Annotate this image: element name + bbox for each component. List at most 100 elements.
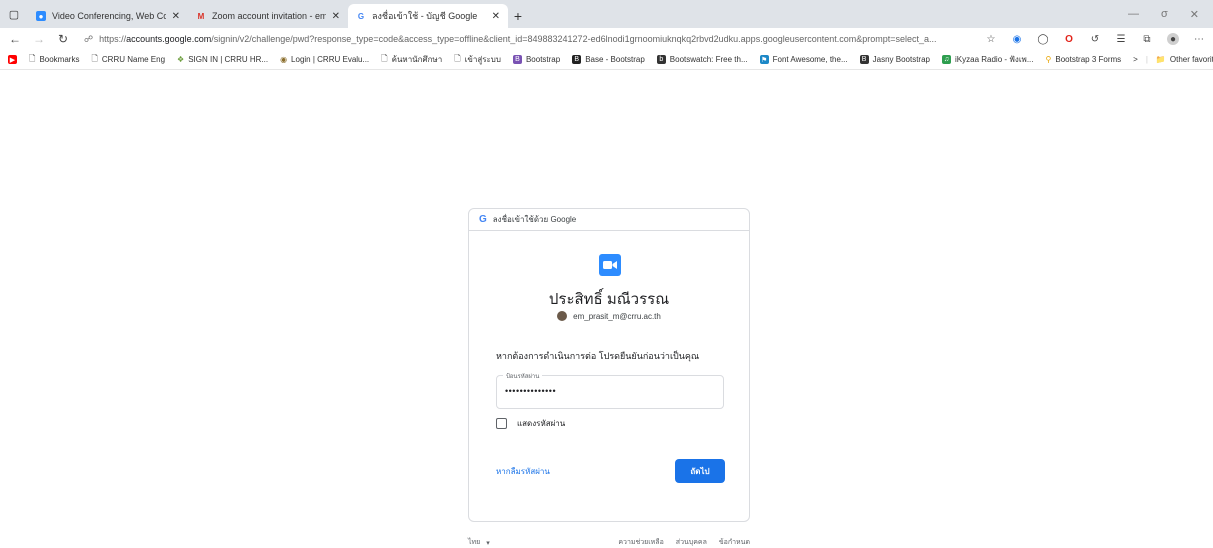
bookmarks-bar: ▶ 🗋 Bookmarks 🗋 CRRU Name Eng ❖ SIGN IN | C… — [0, 50, 1213, 70]
lock-icon: ☍ — [84, 33, 94, 44]
profile-icon[interactable]: ● — [1167, 33, 1179, 45]
forgot-password-link[interactable]: หากลืมรหัสผ่าน — [496, 465, 550, 478]
font-awesome-icon: ⚑ — [759, 55, 769, 64]
url-path: /signin/v2/challenge/pwd?response_type=c… — [211, 34, 937, 44]
bookmark-item[interactable]: 🗋 ค้นหานักศึกษา — [381, 53, 442, 67]
minimize-icon[interactable]: — — [1128, 8, 1139, 20]
new-tab-button[interactable]: + — [508, 4, 528, 28]
bookmark-label: SIGN IN | CRRU HR... — [188, 55, 269, 64]
password-label: ป้อนรหัสผ่าน — [503, 371, 543, 381]
other-favorites[interactable]: 📁Other favorites — [1156, 55, 1213, 64]
bookmark-item[interactable]: ❖ SIGN IN | CRRU HR... — [177, 55, 268, 64]
google-icon: G — [479, 214, 487, 225]
bookmark-label: Jasny Bootstrap — [872, 55, 930, 64]
show-password-toggle[interactable]: แสดงรหัสผ่าน — [496, 417, 565, 430]
opera-icon[interactable]: O — [1063, 33, 1075, 45]
bookmark-item[interactable]: B Jasny Bootstrap — [859, 55, 930, 64]
bookmark-item[interactable]: ◉ Login | CRRU Evalu... — [280, 55, 369, 64]
favorite-star-icon[interactable]: ☆ — [985, 33, 997, 45]
bookmark-item[interactable]: B Base - Bootstrap — [572, 55, 645, 64]
caret-down-icon: ▾ — [486, 539, 490, 547]
forward-icon[interactable]: → — [32, 32, 46, 46]
language-label: ไทย — [468, 539, 481, 546]
window-controls: — σ ✕ — [1128, 0, 1213, 28]
chevron-right-icon[interactable]: > — [1133, 55, 1138, 64]
tab-title: Video Conferencing, Web Confe — [52, 11, 166, 21]
footer-link-help[interactable]: ความช่วยเหลือ — [618, 537, 663, 548]
tab-title: ลงชื่อเข้าใช้ - บัญชี Google — [372, 11, 478, 21]
bookmark-item[interactable]: 🗋 Bookmarks — [29, 53, 79, 67]
refresh-icon[interactable]: ↻ — [56, 32, 70, 46]
bookmark-item[interactable]: ⚲ Bootstrap 3 Forms — [1046, 55, 1122, 64]
page-icon: 🗋 — [454, 53, 461, 63]
bookmarks-right: > | 📁Other favorites — [1133, 55, 1213, 64]
more-icon[interactable]: ⋯ — [1193, 33, 1205, 45]
close-icon[interactable]: ✕ — [492, 11, 500, 22]
zoom-icon: ● — [36, 11, 46, 21]
url-field[interactable]: ☍ https://accounts.google.com/signin/v2/… — [80, 30, 975, 48]
url-host: accounts.google.com — [126, 34, 212, 44]
account-email: em_prasit_m@crru.ac.th — [573, 311, 661, 321]
bookmark-item[interactable]: 🗋 เข้าสู่ระบบ — [454, 53, 501, 67]
page-icon: 🗋 — [29, 53, 36, 63]
video-camera-icon — [603, 261, 617, 269]
close-icon[interactable]: ✕ — [332, 11, 340, 22]
bookmark-item[interactable]: B Bootstrap — [512, 55, 560, 64]
bookmark-label: Font Awesome, the... — [772, 55, 848, 64]
bookmark-label: CRRU Name Eng — [101, 55, 166, 64]
refresh-ext-icon[interactable]: ↺ — [1089, 33, 1101, 45]
close-icon[interactable]: ✕ — [172, 11, 180, 22]
bootswatch-icon: b — [656, 55, 666, 64]
tab-actions-icon[interactable]: ▢ — [0, 0, 28, 28]
footer-link-privacy[interactable]: ส่วนบุคคล — [676, 537, 707, 548]
url-prefix: https:// — [99, 34, 127, 44]
language-select[interactable]: ไทย ▾ — [468, 537, 490, 548]
bookmark-label: iKyzaa Radio - ฟังเพ... — [955, 55, 1034, 64]
password-input[interactable] — [505, 386, 705, 396]
account-chip[interactable]: em_prasit_m@crru.ac.th — [469, 311, 749, 321]
tab-zoom[interactable]: ● Video Conferencing, Web Confe ✕ — [28, 4, 188, 28]
footer-link-terms[interactable]: ข้อกำหนด — [719, 537, 750, 548]
close-window-icon[interactable]: ✕ — [1190, 8, 1199, 21]
favorites-icon[interactable]: ☰ — [1115, 33, 1127, 45]
folder-icon: 📁 — [1155, 55, 1166, 64]
zoom-logo-icon — [599, 254, 621, 276]
bookmark-label: Bootswatch: Free th... — [669, 55, 748, 64]
bookmark-item[interactable]: 🗋 CRRU Name Eng — [91, 53, 165, 67]
show-password-checkbox[interactable] — [496, 418, 507, 429]
bookmark-item[interactable]: ⚑ Font Awesome, the... — [759, 55, 848, 64]
jasny-icon: B — [859, 55, 869, 64]
card-header-text: ลงชื่อเข้าใช้ด้วย Google — [492, 215, 577, 224]
password-field[interactable]: ป้อนรหัสผ่าน — [496, 371, 724, 409]
bookmark-label: Login | CRRU Evalu... — [291, 55, 370, 64]
radio-icon: ♫ — [942, 55, 951, 64]
footer-links: ความช่วยเหลือ ส่วนบุคคล ข้อกำหนด — [618, 537, 750, 548]
bookmark-label: Bootstrap 3 Forms — [1055, 55, 1122, 64]
tab-bar: ▢ ● Video Conferencing, Web Confe ✕ M Zo… — [0, 0, 1213, 28]
verify-prompt: หากต้องการดำเนินการต่อ โปรดยืนยันก่อนว่า… — [496, 351, 700, 361]
signin-card: G ลงชื่อเข้าใช้ด้วย Google ประสิทธิ์ มณี… — [468, 208, 750, 522]
bookmark-item[interactable]: ♫ iKyzaa Radio - ฟังเพ... — [942, 53, 1034, 66]
extension-blue-icon[interactable]: ◉ — [1011, 33, 1023, 45]
bookmark-youtube[interactable]: ▶ — [8, 55, 17, 64]
tab-gmail[interactable]: M Zoom account invitation - em_p ✕ — [188, 4, 348, 28]
bookmark-label: ค้นหานักศึกษา — [391, 55, 443, 64]
sign-in-icon: ❖ — [177, 55, 185, 64]
next-button[interactable]: ถัดไป — [675, 459, 725, 483]
address-bar: ← → ↻ ☍ https://accounts.google.com/sign… — [0, 28, 1213, 50]
bootstrap-icon: B — [512, 55, 522, 64]
show-password-label: แสดงรหัสผ่าน — [517, 419, 566, 428]
youtube-icon: ▶ — [8, 55, 17, 64]
back-icon[interactable]: ← — [8, 32, 22, 46]
tab-google-signin[interactable]: G ลงชื่อเข้าใช้ - บัญชี Google ✕ — [348, 4, 508, 28]
collections-icon[interactable]: ⧉ — [1141, 33, 1153, 45]
restore-icon[interactable]: σ — [1161, 8, 1168, 20]
bookmark-item[interactable]: b Bootswatch: Free th... — [656, 55, 748, 64]
footer: ไทย ▾ ความช่วยเหลือ ส่วนบุคคล ข้อกำหนด — [468, 537, 750, 548]
page-icon: 🗋 — [91, 53, 98, 63]
toolbar-icons: ☆ ◉ ◯ O ↺ ☰ ⧉ ● ⋯ — [985, 33, 1205, 45]
extension-dark-icon[interactable]: ◯ — [1037, 33, 1049, 45]
gmail-icon: M — [197, 11, 205, 21]
page-icon: 🗋 — [381, 53, 388, 63]
account-name: ประสิทธิ์ มณีวรรณ — [548, 291, 670, 308]
